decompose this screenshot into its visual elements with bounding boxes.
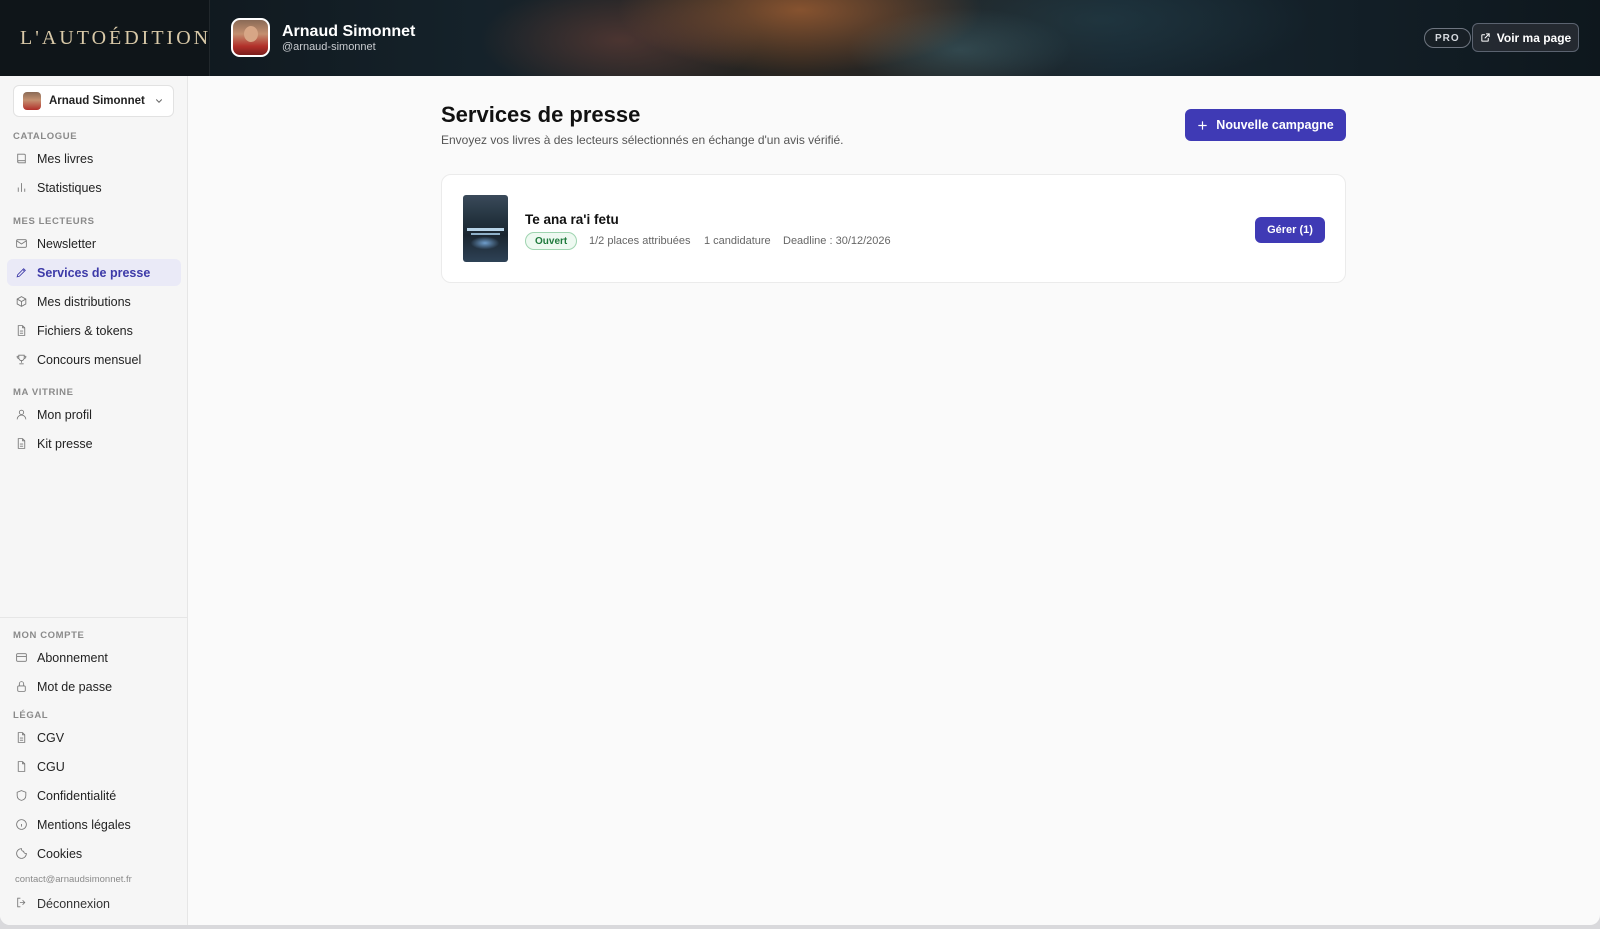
avatar — [23, 92, 41, 110]
sidebar-item-label: Newsletter — [37, 236, 97, 251]
profile-handle: @arnaud-simonnet — [282, 40, 376, 53]
sidebar-item-subscription[interactable]: Abonnement — [7, 644, 181, 671]
sidebar-item-distributions[interactable]: Mes distributions — [7, 288, 181, 315]
lock-icon — [17, 681, 26, 692]
sidebar-item-profile[interactable]: Mon profil — [7, 401, 181, 428]
trophy-icon — [16, 354, 27, 365]
sidebar-divider — [0, 617, 188, 618]
sidebar-item-label: Fichiers & tokens — [37, 323, 133, 338]
profile-name: Arnaud Simonnet — [282, 22, 416, 40]
sidebar: Arnaud Simonnet CATALOGUE Mes livres Sta… — [0, 76, 188, 925]
book-cover[interactable] — [463, 195, 508, 262]
chevron-down-icon — [156, 99, 162, 103]
app-window: L'AUTOÉDITION Arnaud Simonnet @arnaud-si… — [0, 0, 1600, 925]
pro-badge: PRO — [1424, 28, 1471, 48]
sidebar-item-password[interactable]: Mot de passe — [7, 673, 181, 700]
new-campaign-button[interactable]: Nouvelle campagne — [1185, 109, 1346, 141]
sidebar-item-privacy[interactable]: Confidentialité — [7, 782, 181, 809]
status-badge: Ouvert — [525, 232, 578, 250]
campaign-deadline: Deadline : 30/12/2026 — [783, 235, 891, 247]
campaign-places: 1/2 places attribuées — [589, 235, 691, 247]
site-logo: L'AUTOÉDITION — [20, 26, 212, 49]
page-subtitle: Envoyez vos livres à des lecteurs sélect… — [441, 133, 844, 147]
document-icon — [17, 732, 26, 743]
document-icon — [17, 438, 26, 449]
window-bottom-edge — [0, 925, 1600, 929]
shield-icon — [16, 790, 27, 801]
section-label-catalogue: CATALOGUE — [13, 131, 78, 142]
package-icon — [16, 296, 27, 307]
file-icon — [17, 761, 26, 772]
sidebar-item-label: Statistiques — [37, 180, 102, 195]
sidebar-item-label: Services de presse — [37, 265, 151, 280]
external-link-icon — [1481, 33, 1490, 42]
sidebar-item-label: Mentions légales — [37, 817, 131, 832]
sidebar-item-label: Mes distributions — [37, 294, 131, 309]
top-header: L'AUTOÉDITION Arnaud Simonnet @arnaud-si… — [0, 0, 1600, 76]
bar-chart-icon — [17, 183, 26, 192]
sidebar-item-label: CGV — [37, 730, 65, 745]
sidebar-item-legal-notice[interactable]: Mentions légales — [7, 811, 181, 838]
user-icon — [16, 409, 27, 420]
sidebar-item-label: Kit presse — [37, 436, 93, 451]
logout-label: Déconnexion — [37, 897, 110, 911]
campaign-applications: 1 candidature — [704, 235, 771, 247]
section-label-account: MON COMPTE — [13, 630, 85, 641]
sidebar-item-press-services[interactable]: Services de presse — [7, 259, 181, 286]
book-icon — [17, 153, 26, 164]
credit-card-icon — [16, 653, 27, 662]
sidebar-item-label: Concours mensuel — [37, 352, 142, 367]
pen-icon — [16, 268, 26, 278]
sidebar-item-press-kit[interactable]: Kit presse — [7, 430, 181, 457]
section-label-readers: MES LECTEURS — [13, 216, 95, 227]
sidebar-item-books[interactable]: Mes livres — [7, 145, 181, 172]
cookie-icon — [16, 848, 27, 859]
view-page-button[interactable]: Voir ma page — [1472, 23, 1579, 52]
sidebar-item-contest[interactable]: Concours mensuel — [7, 346, 181, 373]
account-switcher[interactable]: Arnaud Simonnet — [13, 85, 174, 117]
logout-icon — [17, 897, 26, 908]
view-page-label: Voir ma page — [1496, 30, 1572, 45]
campaign-book-title: Te ana ra'i fetu — [525, 212, 619, 227]
file-icon — [17, 325, 26, 336]
sidebar-item-label: Mes livres — [37, 151, 94, 166]
logout-button[interactable]: Déconnexion — [7, 892, 181, 916]
plus-icon — [1198, 120, 1208, 130]
sidebar-item-cookies[interactable]: Cookies — [7, 840, 181, 867]
mail-icon — [16, 239, 27, 248]
header-profile: Arnaud Simonnet @arnaud-simonnet — [231, 18, 415, 57]
sidebar-item-cgv[interactable]: CGV — [7, 724, 181, 751]
avatar — [231, 18, 270, 57]
sidebar-item-label: Confidentialité — [37, 788, 117, 803]
page-title: Services de presse — [441, 102, 641, 127]
sidebar-item-label: CGU — [37, 759, 65, 774]
sidebar-item-label: Mot de passe — [37, 679, 113, 694]
campaign-card: Te ana ra'i fetu Ouvert 1/2 places attri… — [441, 174, 1346, 283]
sidebar-item-files[interactable]: Fichiers & tokens — [7, 317, 181, 344]
section-label-legal: LÉGAL — [13, 710, 49, 721]
sidebar-item-stats[interactable]: Statistiques — [7, 174, 181, 201]
sidebar-item-label: Cookies — [37, 846, 83, 861]
info-icon — [16, 819, 27, 830]
sidebar-item-label: Abonnement — [37, 650, 108, 665]
logo-area[interactable]: L'AUTOÉDITION — [0, 0, 210, 76]
sidebar-item-newsletter[interactable]: Newsletter — [7, 230, 181, 257]
contact-email: contact@arnaudsimonnet.fr — [15, 874, 132, 885]
sidebar-item-cgu[interactable]: CGU — [7, 753, 181, 780]
section-label-showcase: MA VITRINE — [13, 387, 74, 398]
manage-campaign-button[interactable]: Gérer (1) — [1255, 217, 1325, 243]
account-switcher-name: Arnaud Simonnet — [49, 95, 145, 107]
new-campaign-label: Nouvelle campagne — [1216, 118, 1334, 132]
sidebar-item-label: Mon profil — [37, 407, 92, 422]
